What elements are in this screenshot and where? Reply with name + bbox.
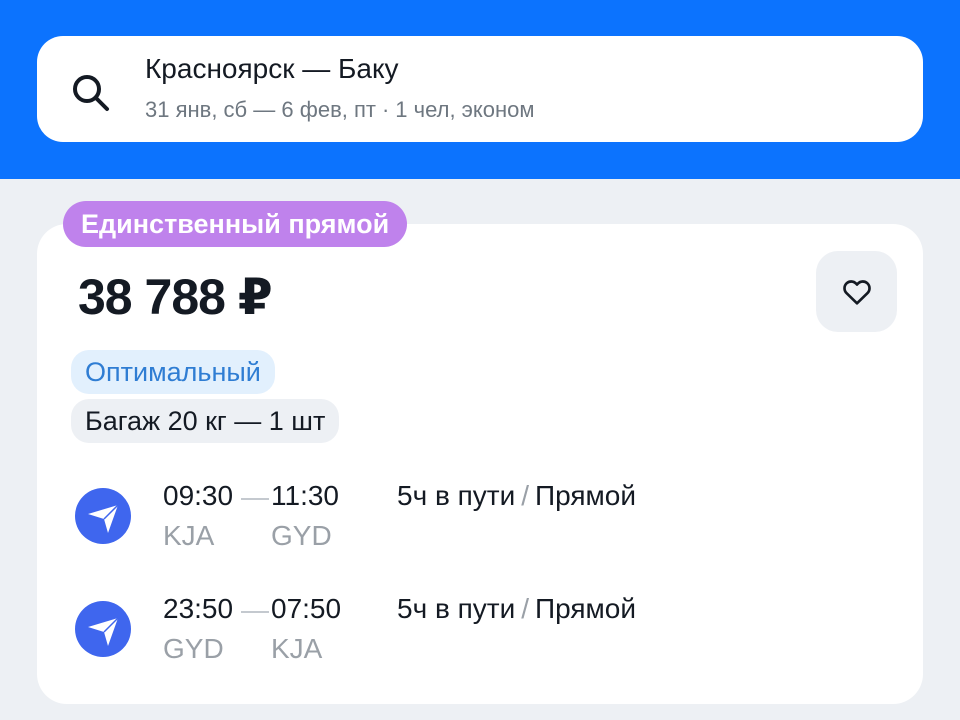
stops-text: Прямой: [535, 593, 637, 624]
offer-price: 38 788 ₽: [78, 269, 273, 325]
favorite-button[interactable]: [816, 251, 897, 332]
passengers-class: 1 чел, эконом: [395, 97, 535, 122]
paper-plane-icon: [75, 488, 131, 544]
duration-divider: /: [521, 593, 530, 624]
route-title[interactable]: Красноярск — Баку: [145, 53, 399, 85]
direct-flight-badge: Единственный прямой: [63, 201, 408, 247]
stops-text: Прямой: [535, 480, 637, 511]
flight-segment: 09:30 11:30 KJA GYD 5ч в пути / Прямой: [75, 478, 855, 568]
time-divider: [241, 498, 269, 500]
flight-duration: 5ч в пути / Прямой: [397, 593, 636, 625]
duration-divider: /: [521, 480, 530, 511]
search-details[interactable]: 31 янв, сб — 6 фев, пт · 1 чел, эконом: [145, 97, 535, 123]
duration-text: 5ч в пути: [397, 480, 516, 511]
arrival-airport: GYD: [271, 520, 332, 551]
departure-time: 23:50: [163, 593, 234, 624]
departure-airport: KJA: [163, 520, 215, 551]
time-divider: [241, 611, 269, 613]
search-icon[interactable]: [68, 70, 112, 114]
arrival-time: 11:30: [271, 480, 339, 511]
baggage-tag: Багаж 20 кг — 1 шт: [71, 399, 340, 443]
paper-plane-icon: [75, 601, 131, 657]
arrival-airport: KJA: [271, 633, 323, 664]
flight-duration: 5ч в пути / Прямой: [397, 480, 636, 512]
duration-text: 5ч в пути: [397, 593, 516, 624]
details-separator: ·: [381, 97, 390, 122]
arrival-time: 07:50: [271, 593, 342, 624]
heart-icon: [842, 279, 871, 305]
flight-segment: 23:50 07:50 GYD KJA 5ч в пути / Прямой: [75, 591, 855, 681]
optimal-tag: Оптимальный: [71, 350, 275, 394]
travel-dates: 31 янв, сб — 6 фев, пт: [145, 97, 376, 122]
search-summary[interactable]: [37, 36, 923, 142]
departure-time: 09:30: [163, 480, 234, 511]
departure-airport: GYD: [163, 633, 224, 664]
